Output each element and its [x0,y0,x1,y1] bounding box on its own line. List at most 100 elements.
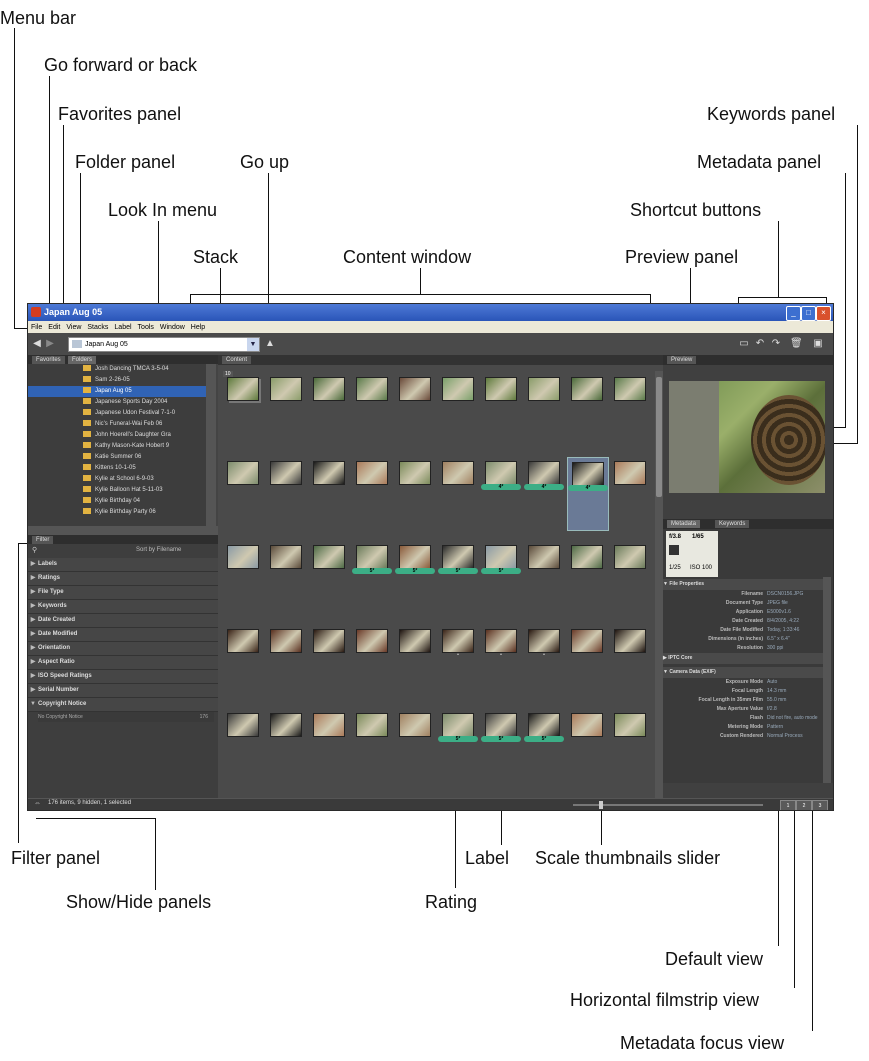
metadata-focus-view-button[interactable]: 3 [812,800,828,810]
filter-section[interactable]: ▶ Keywords [28,600,218,614]
folder-item[interactable]: Nic's Funeral-Wai Feb 06 [28,419,206,430]
menu-stacks[interactable]: Stacks [84,321,111,333]
metadata-scrollbar[interactable] [823,577,831,783]
rotate-right-icon[interactable]: ↷ [770,338,782,350]
thumbnail[interactable]: • [524,625,564,697]
default-view-button[interactable]: 1 [780,800,796,810]
filter-section[interactable]: ▶ Ratings [28,572,218,586]
filter-section-open[interactable]: ▼ Copyright Notice [28,698,218,712]
thumbnail[interactable] [266,457,306,529]
menu-file[interactable]: File [28,321,45,333]
thumbnail[interactable] [309,625,349,697]
folder-item[interactable]: Katie Summer 06 [28,452,206,463]
folder-item[interactable]: Japanese Sports Day 2004 [28,397,206,408]
thumbnail[interactable]: 5* [395,541,435,613]
thumbnail[interactable] [352,373,392,445]
thumbnail[interactable] [352,457,392,529]
folder-item[interactable]: Japanese Udon Festival 7-1-0 [28,408,206,419]
close-button[interactable]: × [816,306,831,321]
thumbnail[interactable] [524,373,564,445]
show-hide-panels-button[interactable]: ⇔ [34,800,41,807]
menu-window[interactable]: Window [157,321,188,333]
thumbnail[interactable] [223,709,263,781]
folder-item[interactable]: Kylie Birthday 04 [28,496,206,507]
thumbnail[interactable] [395,457,435,529]
thumbnail[interactable] [309,709,349,781]
section-camera-data[interactable]: ▼ Camera Data (EXIF) [663,667,823,678]
content-scrollbar[interactable] [655,371,663,798]
thumbnail[interactable] [266,625,306,697]
menu-help[interactable]: Help [188,321,208,333]
camera-raw-icon[interactable]: ▭ [738,338,750,350]
tab-content[interactable]: Content [222,356,252,364]
thumbnail[interactable] [352,625,392,697]
menu-label[interactable]: Label [111,321,134,333]
thumbnail[interactable] [223,541,263,613]
minimize-button[interactable]: _ [786,306,801,321]
filter-section[interactable]: ▶ File Type [28,586,218,600]
thumbnail[interactable]: 5* [352,541,392,613]
thumbnail[interactable] [610,625,650,697]
thumbnail[interactable] [223,457,263,529]
thumbnail[interactable] [309,457,349,529]
go-up-icon[interactable]: ▲ [264,338,276,350]
thumbnail[interactable] [567,709,607,781]
thumbnail[interactable]: 4* [567,457,609,531]
tab-metadata[interactable]: Metadata [667,520,701,528]
menu-tools[interactable]: Tools [135,321,157,333]
filter-section[interactable]: ▶ Aspect Ratio [28,656,218,670]
folder-item[interactable]: Kylie Balloon Hat 5-11-03 [28,485,206,496]
look-in-menu[interactable]: Japan Aug 05 ▼ [68,337,260,352]
thumbnail[interactable]: 4* [524,457,564,529]
tab-favorites[interactable]: Favorites [32,356,65,364]
tab-folders[interactable]: Folders [68,356,97,364]
thumbnail[interactable] [266,541,306,613]
sort-by-menu[interactable]: Sort by Filename [136,547,181,553]
folder-scrollbar[interactable] [206,364,216,526]
filter-funnel-icon[interactable]: ⚲ [32,546,37,554]
thumbnail[interactable] [309,541,349,613]
tab-filter[interactable]: Filter [32,536,54,544]
filter-copyright-row[interactable]: No Copyright Notice 176 [38,712,214,722]
thumbnail[interactable] [266,373,306,445]
filter-section[interactable]: ▶ Date Created [28,614,218,628]
filter-section[interactable]: ▶ Serial Number [28,684,218,698]
thumbnail[interactable]: 5* [438,541,478,613]
thumbnail[interactable]: 5* [438,709,478,781]
thumbnail[interactable] [567,373,607,445]
thumbnail[interactable] [610,541,650,613]
stack-thumbnail[interactable]: 10 [223,371,263,445]
folder-item[interactable]: Kylie Birthday Party 06 [28,507,206,518]
chevron-down-icon[interactable]: ▼ [247,338,259,351]
scale-thumbnails-slider[interactable] [573,801,763,809]
thumbnail[interactable] [610,709,650,781]
section-iptc[interactable]: ▶ IPTC Core [663,653,823,664]
folder-item[interactable]: John Hoerell's Daughter Gra [28,430,206,441]
thumbnail[interactable] [309,373,349,445]
thumbnail[interactable] [223,625,263,697]
folder-hscrollbar[interactable] [28,526,218,535]
filter-section[interactable]: ▶ Date Modified [28,628,218,642]
trash-icon[interactable]: 🗑 [790,338,803,350]
thumbnail[interactable] [438,373,478,445]
folder-item[interactable]: Sam 2-26-05 [28,375,206,386]
thumbnail[interactable] [610,373,650,445]
tab-keywords[interactable]: Keywords [715,520,750,528]
thumbnail[interactable] [395,625,435,697]
horizontal-filmstrip-view-button[interactable]: 2 [796,800,812,810]
thumbnail[interactable] [567,541,607,613]
folder-item[interactable]: Kathy Mason-Kate Hobert 9 [28,441,206,452]
folder-item[interactable]: Kittens 10-1-05 [28,463,206,474]
thumbnail[interactable]: 5* [524,709,564,781]
back-arrow-icon[interactable]: ◀ [31,338,43,350]
thumbnail[interactable]: 5* [481,541,521,613]
thumbnail[interactable]: 4* [481,457,521,529]
thumbnail[interactable] [524,541,564,613]
menu-edit[interactable]: Edit [45,321,63,333]
maximize-button[interactable]: □ [801,306,816,321]
folder-item-selected[interactable]: Japan Aug 05 [28,386,206,397]
folder-item[interactable]: Josh Dancing TMCA 3-5-04 [28,364,206,375]
thumbnail[interactable]: • [438,625,478,697]
thumbnail[interactable] [395,709,435,781]
thumbnail[interactable] [610,457,650,529]
